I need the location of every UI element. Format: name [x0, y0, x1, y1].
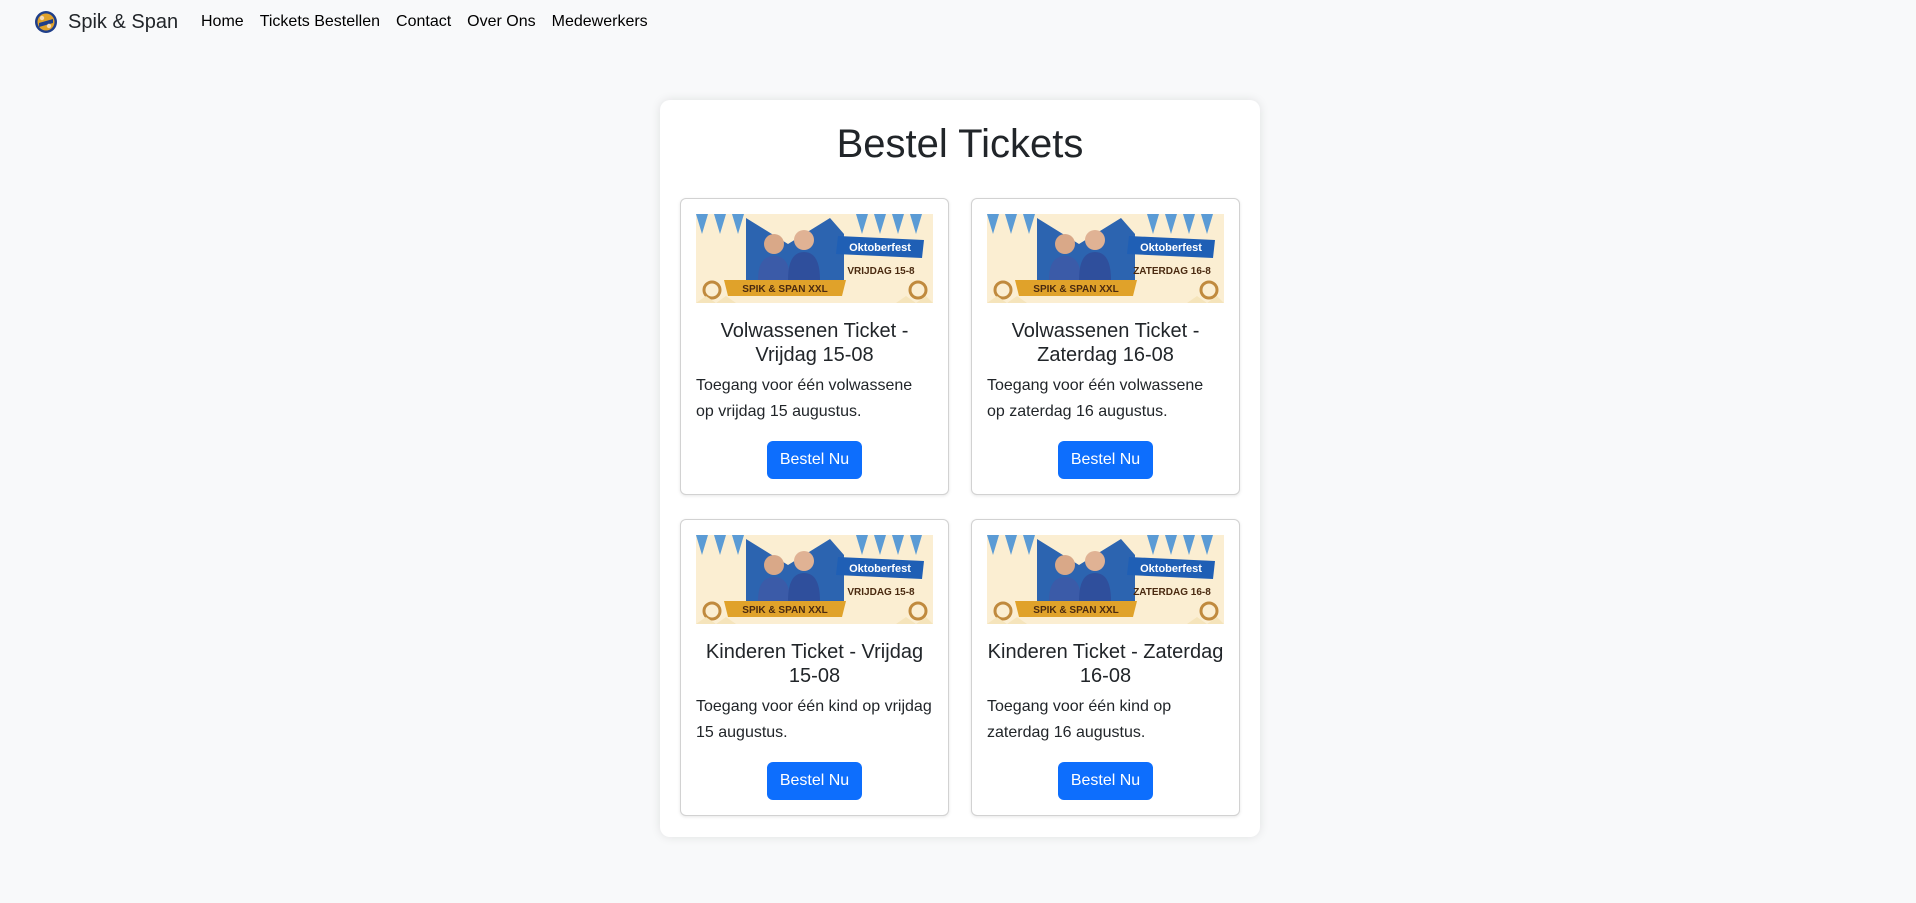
banner-name-text: SPIK & SPAN XXL — [742, 284, 827, 295]
ticket-title: Volwassenen Ticket - Vrijdag 15-08 — [720, 320, 909, 366]
ticket-card-child-friday: Oktoberfest VRIJDAG 15-8 SPIK & SPAN XXL… — [680, 519, 949, 816]
ticket-card-adult-friday: Oktoberfest VRIJDAG 15-8 SPIK & SPAN XXL… — [680, 198, 949, 495]
banner-event-text: Oktoberfest — [1140, 563, 1202, 575]
ticket-description: Toegang voor één kind op zaterdag 16 aug… — [987, 698, 1172, 741]
banner-date-text: VRIJDAG 15-8 — [847, 587, 915, 598]
order-now-button[interactable]: Bestel Nu — [767, 762, 862, 800]
ticket-description: Toegang voor één kind op vrijdag 15 augu… — [696, 698, 932, 741]
page-title: Bestel Tickets — [836, 122, 1084, 166]
ticket-card-child-saturday: Oktoberfest ZATERDAG 16-8 SPIK & SPAN XX… — [971, 519, 1240, 816]
nav-link-tickets-bestellen[interactable]: Tickets Bestellen — [252, 12, 388, 32]
ticket-card-adult-saturday: Oktoberfest ZATERDAG 16-8 SPIK & SPAN XX… — [971, 198, 1240, 495]
ticket-title: Volwassenen Ticket - Zaterdag 16-08 — [1011, 320, 1200, 366]
ticket-title: Kinderen Ticket - Zaterdag 16-08 — [987, 641, 1224, 687]
nav-link-over-ons[interactable]: Over Ons — [459, 12, 543, 32]
ticket-description: Toegang voor één volwassene op vrijdag 1… — [696, 377, 913, 420]
order-now-button[interactable]: Bestel Nu — [1058, 762, 1153, 800]
banner-event-text: Oktoberfest — [849, 242, 911, 254]
banner-date-text: VRIJDAG 15-8 — [847, 266, 915, 277]
banner-name-text: SPIK & SPAN XXL — [1033, 284, 1118, 295]
tickets-panel: Bestel Tickets Oktoberfest VRIJDAG 15-8 … — [660, 100, 1260, 837]
spik-span-logo-icon — [35, 11, 57, 33]
banner-date-text: ZATERDAG 16-8 — [1133, 266, 1211, 277]
event-banner-image: Oktoberfest VRIJDAG 15-8 SPIK & SPAN XXL — [696, 535, 933, 624]
order-now-button[interactable]: Bestel Nu — [1058, 441, 1153, 479]
ticket-description: Toegang voor één volwassene op zaterdag … — [987, 377, 1204, 420]
event-banner-image: Oktoberfest VRIJDAG 15-8 SPIK & SPAN XXL — [696, 214, 933, 303]
banner-event-text: Oktoberfest — [849, 563, 911, 575]
nav-link-home[interactable]: Home — [193, 12, 252, 32]
nav-link-contact[interactable]: Contact — [388, 12, 459, 32]
brand-name: Spik & Span — [68, 11, 179, 33]
nav-link-medewerkers[interactable]: Medewerkers — [544, 12, 656, 32]
banner-date-text: ZATERDAG 16-8 — [1133, 587, 1211, 598]
banner-name-text: SPIK & SPAN XXL — [742, 605, 827, 616]
event-banner-image: Oktoberfest ZATERDAG 16-8 SPIK & SPAN XX… — [987, 535, 1224, 624]
brand-link[interactable]: Spik & Span — [34, 10, 178, 34]
event-banner-image: Oktoberfest ZATERDAG 16-8 SPIK & SPAN XX… — [987, 214, 1224, 303]
banner-event-text: Oktoberfest — [1140, 242, 1202, 254]
banner-name-text: SPIK & SPAN XXL — [1033, 605, 1118, 616]
order-now-button[interactable]: Bestel Nu — [767, 441, 862, 479]
ticket-title: Kinderen Ticket - Vrijdag 15-08 — [705, 641, 924, 687]
navbar: Spik & Span Home Tickets Bestellen Conta… — [0, 0, 1916, 45]
nav-menu: Home Tickets Bestellen Contact Over Ons … — [193, 12, 656, 32]
